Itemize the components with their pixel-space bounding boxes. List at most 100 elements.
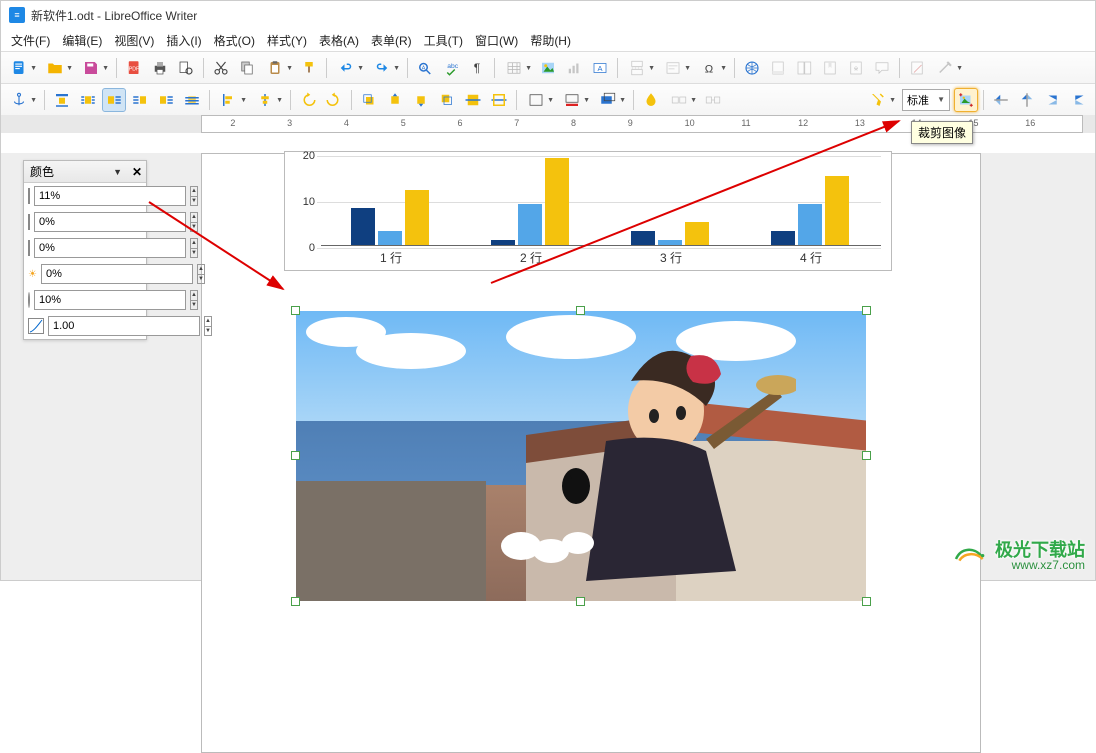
menu-file[interactable]: 文件(F): [5, 30, 56, 51]
resize-handle-ne[interactable]: [862, 306, 871, 315]
wrap-none-button[interactable]: [50, 88, 74, 112]
insert-hyperlink-button[interactable]: [740, 56, 764, 80]
spinner[interactable]: ▲▼: [190, 186, 198, 206]
insert-field-button[interactable]: ▼: [659, 56, 693, 80]
border-style-button[interactable]: ▼: [522, 88, 556, 112]
wrap-after-button[interactable]: [154, 88, 178, 112]
menu-form[interactable]: 表单(R): [365, 30, 418, 51]
insert-footnote-button[interactable]: [766, 56, 790, 80]
show-draw-functions-button[interactable]: ▼: [931, 56, 965, 80]
resize-handle-e[interactable]: [862, 451, 871, 460]
wrap-optimal-button[interactable]: [102, 88, 126, 112]
resize-handle-s[interactable]: [576, 597, 585, 606]
selected-image[interactable]: ⚓: [296, 311, 866, 601]
resize-handle-sw[interactable]: [291, 597, 300, 606]
new-button[interactable]: ▼: [5, 56, 39, 80]
area-fill-button[interactable]: ▼: [594, 88, 628, 112]
insert-symbol-button[interactable]: Ω▼: [695, 56, 729, 80]
rotate-90r-button[interactable]: [1067, 88, 1091, 112]
export-pdf-button[interactable]: PDF: [122, 56, 146, 80]
track-changes-button[interactable]: [905, 56, 929, 80]
color-value-input[interactable]: [34, 186, 186, 206]
insert-endnote-button[interactable]: [792, 56, 816, 80]
clone-format-button[interactable]: [297, 56, 321, 80]
redo-button[interactable]: ▼: [368, 56, 402, 80]
menu-window[interactable]: 窗口(W): [469, 30, 524, 51]
menu-tools[interactable]: 工具(T): [418, 30, 469, 51]
insert-bookmark-button[interactable]: [818, 56, 842, 80]
spellcheck-button[interactable]: abc: [439, 56, 463, 80]
formatting-marks-button[interactable]: ¶: [465, 56, 489, 80]
rotate-90l-button[interactable]: [1041, 88, 1065, 112]
bring-front-button[interactable]: [357, 88, 381, 112]
crop-button[interactable]: [954, 88, 978, 112]
watermark: 极光下载站 www.xz7.com: [953, 536, 1085, 572]
to-background-button[interactable]: [487, 88, 511, 112]
filter-button[interactable]: ▼: [864, 88, 898, 112]
flip-horiz-button[interactable]: [1015, 88, 1039, 112]
spinner[interactable]: ▲▼: [190, 290, 198, 310]
resize-handle-nw[interactable]: [291, 306, 300, 315]
border-color-button[interactable]: ▼: [558, 88, 592, 112]
resize-handle-se[interactable]: [862, 597, 871, 606]
resize-handle-n[interactable]: [576, 306, 585, 315]
insert-image-button[interactable]: [536, 56, 560, 80]
insert-crossref-button[interactable]: ※: [844, 56, 868, 80]
panel-menu-icon[interactable]: ▼: [113, 167, 122, 177]
graphics-mode-dropdown[interactable]: 标准▼: [902, 89, 950, 111]
spinner[interactable]: ▲▼: [197, 264, 205, 284]
undo-button[interactable]: ▼: [332, 56, 366, 80]
wrap-before-button[interactable]: [128, 88, 152, 112]
spinner[interactable]: ▲▼: [204, 316, 212, 336]
wrap-through-button[interactable]: [180, 88, 204, 112]
cut-button[interactable]: [209, 56, 233, 80]
save-button[interactable]: ▼: [77, 56, 111, 80]
color-panel[interactable]: 颜色 ▼ ✕ ▲▼▲▼▲▼☀▲▼▲▼▲▼: [23, 160, 147, 340]
insert-comment-button[interactable]: [870, 56, 894, 80]
open-button[interactable]: ▼: [41, 56, 75, 80]
color-value-input[interactable]: [34, 238, 186, 258]
back-one-button[interactable]: [409, 88, 433, 112]
embedded-chart[interactable]: 01020 1 行2 行3 行4 行: [284, 151, 892, 271]
color-value-input[interactable]: [41, 264, 193, 284]
color-value-input[interactable]: [34, 212, 186, 232]
to-foreground-button[interactable]: [461, 88, 485, 112]
transparency-button[interactable]: [639, 88, 663, 112]
paste-button[interactable]: ▼: [261, 56, 295, 80]
insert-table-button[interactable]: ▼: [500, 56, 534, 80]
chart-plot-area: 01020: [321, 156, 881, 246]
align-left-button[interactable]: ▼: [215, 88, 249, 112]
insert-pagebreak-button[interactable]: ▼: [623, 56, 657, 80]
send-back-button[interactable]: [435, 88, 459, 112]
forward-one-button[interactable]: [383, 88, 407, 112]
rotate-left-button[interactable]: [296, 88, 320, 112]
print-button[interactable]: [148, 56, 172, 80]
spinner[interactable]: ▲▼: [190, 212, 198, 232]
contrast-icon: [28, 292, 30, 308]
align-center-h-button[interactable]: ▼: [251, 88, 285, 112]
menu-insert[interactable]: 插入(I): [160, 30, 207, 51]
copy-button[interactable]: [235, 56, 259, 80]
unlink-frame-button[interactable]: ▼: [665, 88, 699, 112]
print-preview-button[interactable]: [174, 56, 198, 80]
flip-vert-button[interactable]: [989, 88, 1013, 112]
find-button[interactable]: A: [413, 56, 437, 80]
resize-handle-w[interactable]: [291, 451, 300, 460]
menu-table[interactable]: 表格(A): [313, 30, 365, 51]
insert-chart-button[interactable]: [562, 56, 586, 80]
color-value-input[interactable]: [48, 316, 200, 336]
color-panel-header[interactable]: 颜色 ▼ ✕: [24, 161, 146, 183]
menu-edit[interactable]: 编辑(E): [56, 30, 108, 51]
wrap-parallel-button[interactable]: [76, 88, 100, 112]
insert-textbox-button[interactable]: A: [588, 56, 612, 80]
menu-help[interactable]: 帮助(H): [524, 30, 577, 51]
spinner[interactable]: ▲▼: [190, 238, 198, 258]
anchor-button[interactable]: ▼: [5, 88, 39, 112]
link-frame-button[interactable]: [701, 88, 725, 112]
rotate-right-button[interactable]: [322, 88, 346, 112]
color-value-input[interactable]: [34, 290, 186, 310]
panel-close-icon[interactable]: ✕: [132, 165, 142, 179]
menu-view[interactable]: 视图(V): [108, 30, 160, 51]
menu-styles[interactable]: 样式(Y): [261, 30, 313, 51]
menu-format[interactable]: 格式(O): [208, 30, 261, 51]
